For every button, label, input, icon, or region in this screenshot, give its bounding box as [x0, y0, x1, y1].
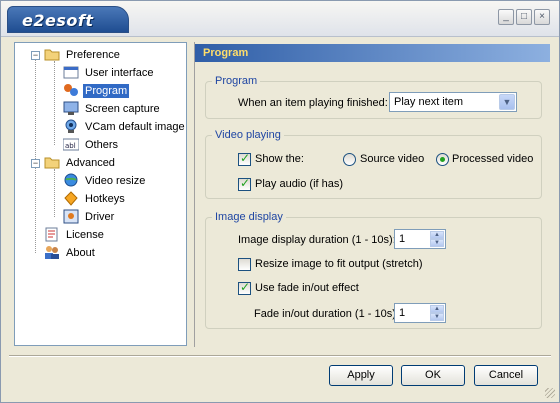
image-duration-spinner[interactable]: 1 ▲ ▼ — [394, 229, 446, 249]
abl-icon: abl — [62, 137, 80, 152]
source-video-label: Source video — [360, 153, 425, 165]
resize-grip-icon[interactable] — [545, 388, 555, 398]
tree-label: VCam default image — [85, 121, 185, 133]
maximize-button[interactable]: □ — [516, 9, 532, 25]
window-icon — [63, 65, 79, 80]
group-title: Video playing — [212, 129, 284, 141]
play-audio-label: Play audio (if has) — [255, 178, 344, 190]
tree-line — [35, 59, 36, 163]
video-playing-group: Video playing Show the: Source video Pro… — [205, 129, 542, 199]
tree-node-preference[interactable]: − Preference — [30, 47, 180, 64]
resize-image-checkbox[interactable] — [238, 258, 251, 271]
apply-button[interactable]: Apply — [329, 365, 393, 386]
footer-separator — [9, 355, 551, 357]
processed-video-radio[interactable] — [436, 153, 449, 166]
group-title: Program — [212, 75, 261, 87]
title-tab: e2esoft — [7, 6, 129, 33]
cancel-button[interactable]: Cancel — [474, 365, 538, 386]
play-audio-checkbox[interactable] — [238, 176, 251, 191]
folder-open-icon — [44, 155, 60, 170]
fade-effect-checkbox[interactable] — [238, 280, 251, 295]
webcam-icon — [63, 119, 79, 134]
processed-video-label: Processed video — [452, 153, 534, 165]
source-video-radio[interactable] — [343, 153, 356, 166]
svg-text:abl: abl — [65, 142, 76, 150]
tree-label: Screen capture — [85, 103, 160, 115]
program-group: Program When an item playing finished: P… — [205, 75, 542, 119]
screen-capture-icon — [63, 101, 79, 116]
resize-image-label: Resize image to fit output (stretch) — [255, 258, 423, 270]
minimize-button[interactable]: _ — [498, 9, 514, 25]
select-value: Play next item — [394, 96, 464, 108]
tree-label: Others — [85, 139, 119, 151]
tree-label: Preference — [66, 49, 120, 61]
users-icon — [44, 245, 60, 260]
program-panel: Program Program When an item playing fin… — [194, 42, 550, 347]
tree-label: Advanced — [66, 157, 115, 169]
show-video-checkbox[interactable] — [238, 151, 251, 166]
tree-node-program[interactable]: Program — [49, 83, 184, 100]
show-the-label: Show the: — [255, 153, 304, 165]
tree-label: Driver — [85, 211, 115, 223]
app-title: e2esoft — [22, 11, 94, 30]
ok-button[interactable]: OK — [401, 365, 465, 386]
settings-tree[interactable]: − Preference User interface Program Scre… — [14, 42, 187, 346]
fade-effect-label: Use fade in/out effect — [255, 282, 359, 294]
tree-label: User interface — [85, 67, 154, 79]
driver-icon — [63, 209, 79, 224]
settings-window: e2esoft _ □ × − Preference User interfac… — [0, 0, 560, 403]
tree-node-hotkeys[interactable]: Hotkeys — [49, 191, 184, 208]
globe-icon — [63, 173, 79, 188]
license-icon — [44, 227, 60, 242]
tree-label: Program — [83, 84, 130, 98]
tree-label: Video resize — [85, 175, 146, 187]
tree-node-video-resize[interactable]: Video resize — [49, 173, 184, 190]
fade-duration-spinner[interactable]: 1 ▲ ▼ — [394, 303, 446, 323]
group-title: Image display — [212, 211, 286, 223]
chevron-down-icon[interactable]: ▼ — [499, 94, 515, 110]
spin-up-icon[interactable]: ▲ — [430, 231, 444, 239]
tree-node-screen-capture[interactable]: Screen capture — [49, 101, 184, 118]
tree-node-user-interface[interactable]: User interface — [49, 65, 184, 82]
collapse-icon[interactable]: − — [31, 51, 40, 60]
playing-finished-select[interactable]: Play next item ▼ — [389, 92, 517, 112]
image-duration-label: Image display duration (1 - 10s): — [238, 234, 396, 246]
tree-node-about[interactable]: About — [30, 245, 180, 262]
tree-label: License — [66, 229, 104, 241]
panel-header: Program — [195, 44, 550, 62]
program-icon — [63, 83, 79, 98]
tree-label: About — [66, 247, 95, 259]
tree-node-others[interactable]: abl Others — [49, 137, 184, 154]
close-button[interactable]: × — [534, 9, 550, 25]
folder-open-icon — [44, 47, 60, 62]
spinner-value: 1 — [399, 233, 406, 245]
tree-node-advanced[interactable]: − Advanced — [30, 155, 180, 172]
tree-label: Hotkeys — [85, 193, 125, 205]
collapse-icon[interactable]: − — [31, 159, 40, 168]
title-bar[interactable]: e2esoft _ □ × — [1, 1, 559, 37]
spin-down-icon[interactable]: ▼ — [430, 239, 444, 247]
hotkey-icon — [63, 191, 79, 206]
tree-node-driver[interactable]: Driver — [49, 209, 184, 226]
fade-duration-label: Fade in/out duration (1 - 10s): — [254, 308, 399, 320]
playing-finished-label: When an item playing finished: — [238, 97, 388, 109]
spinner-value: 1 — [399, 307, 406, 319]
spin-up-icon[interactable]: ▲ — [430, 305, 444, 313]
tree-node-vcam-default-image[interactable]: VCam default image — [49, 119, 185, 136]
spin-down-icon[interactable]: ▼ — [430, 313, 444, 321]
tree-node-license[interactable]: License — [30, 227, 180, 244]
image-display-group: Image display Image display duration (1 … — [205, 211, 542, 329]
